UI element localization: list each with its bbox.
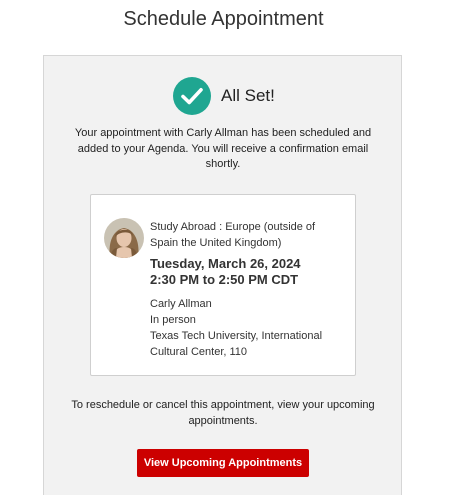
advisor-name: Carly Allman bbox=[150, 298, 212, 310]
appointment-details: Study Abroad : Europe (outside of Spain … bbox=[150, 219, 346, 360]
confirmation-panel: All Set! Your appointment with Carly All… bbox=[43, 55, 402, 495]
view-upcoming-appointments-button[interactable]: View Upcoming Appointments bbox=[137, 449, 309, 477]
status-text: All Set! bbox=[221, 86, 275, 105]
page-title: Schedule Appointment bbox=[123, 8, 324, 30]
appointment-location: Texas Tech University, International Cul… bbox=[150, 330, 323, 358]
appointment-date: Tuesday, March 26, 2024 bbox=[150, 256, 301, 271]
confirmation-message: Your appointment with Carly Allman has b… bbox=[74, 127, 372, 170]
service-name: Study Abroad : Europe (outside of Spain … bbox=[150, 221, 316, 249]
meeting-type: In person bbox=[150, 314, 196, 326]
appointment-card: Study Abroad : Europe (outside of Spain … bbox=[90, 194, 356, 376]
reschedule-message: To reschedule or cancel this appointment… bbox=[71, 399, 375, 427]
advisor-avatar bbox=[104, 218, 144, 258]
success-header: All Set! bbox=[173, 77, 275, 115]
appointment-info: Carly Allman In person Texas Tech Univer… bbox=[150, 296, 346, 360]
checkmark-icon bbox=[173, 77, 211, 115]
appointment-time: 2:30 PM to 2:50 PM CDT bbox=[150, 272, 299, 287]
